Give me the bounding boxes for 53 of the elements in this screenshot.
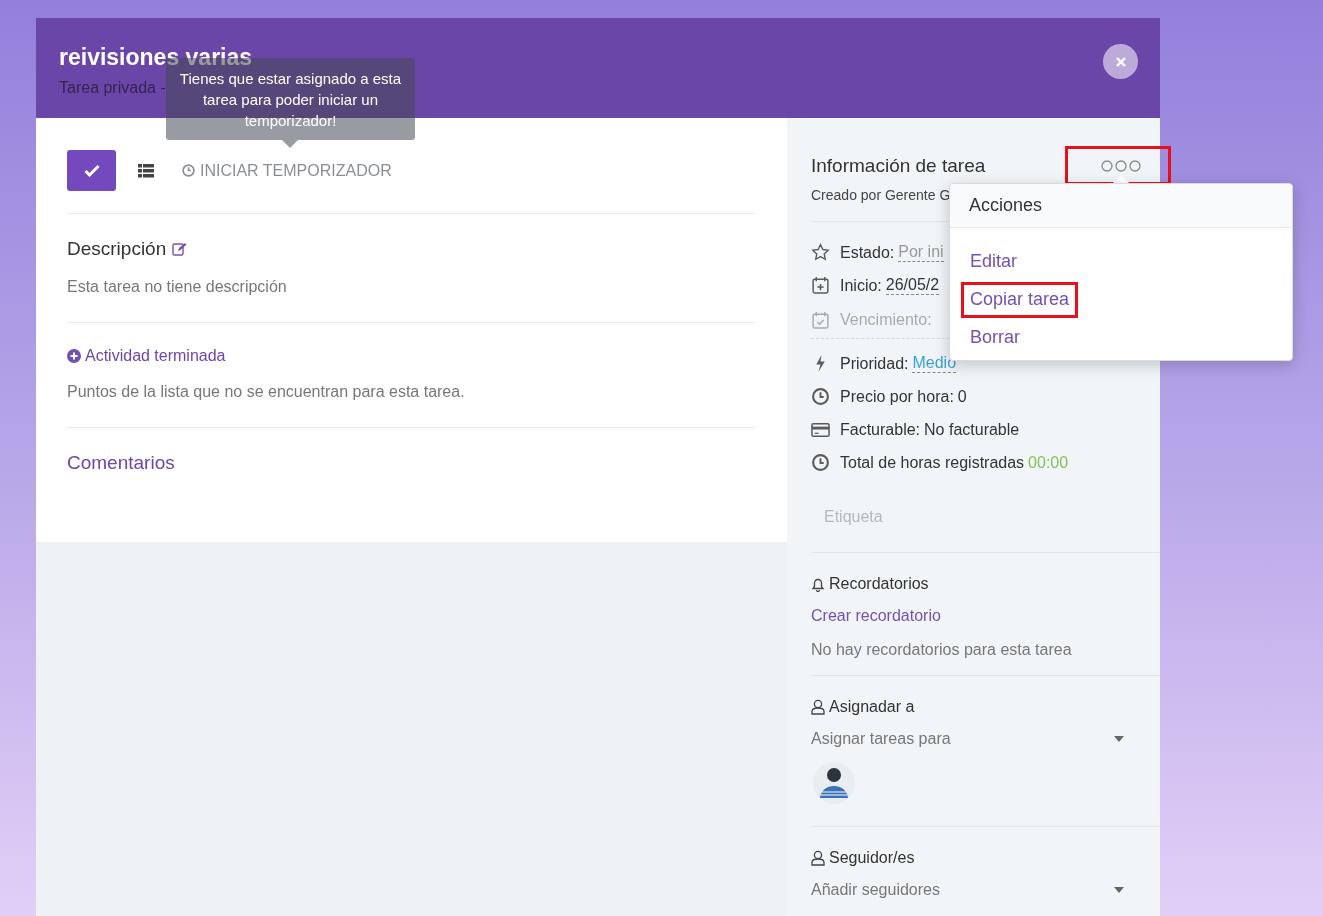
assignee-select[interactable]: Asignar tareas para: [811, 730, 1124, 748]
clock-icon: [811, 453, 830, 472]
clock-icon: [182, 164, 195, 177]
avatar[interactable]: [813, 762, 855, 804]
tag-input[interactable]: Etiqueta: [811, 499, 1151, 535]
field-label: Precio por hora:: [840, 387, 954, 406]
field-value: No facturable: [924, 420, 1020, 439]
tooltip-pointer: [282, 140, 298, 148]
comments-link[interactable]: Comentarios: [67, 452, 756, 474]
field-label: Vencimiento:: [840, 311, 932, 329]
clock-icon: [811, 387, 830, 406]
menu-title: Acciones: [950, 184, 1292, 228]
close-icon: [1114, 55, 1127, 68]
description-text: Esta tarea no tiene descripción: [67, 278, 288, 296]
star-icon: [811, 243, 830, 262]
field-value: 0: [957, 387, 967, 406]
plus-circle-icon: [67, 349, 81, 363]
field-label: Prioridad:: [840, 354, 909, 373]
credit-card-icon: [811, 420, 830, 439]
field-label: Estado:: [840, 243, 895, 262]
field-value: 00:00: [1028, 453, 1069, 472]
user-icon: [811, 699, 825, 715]
reminders-heading: Recordatorios: [829, 575, 929, 593]
calendar-check-icon: [811, 310, 830, 330]
no-reminders-text: No hay recordatorios para esta tarea: [811, 641, 1073, 659]
create-reminder-link[interactable]: Crear recordatorio: [811, 607, 941, 625]
caret-icon: [1114, 887, 1124, 893]
list-icon[interactable]: [138, 163, 154, 178]
followers-heading: Seguidor/es: [829, 849, 915, 867]
menu-item[interactable]: Editar: [961, 244, 1027, 280]
start-timer-button[interactable]: INICIAR TEMPORIZADOR: [182, 161, 392, 180]
description-heading: Descripción: [67, 238, 167, 260]
task-info-heading: Información de tarea: [811, 154, 986, 177]
assignees-heading: Asignadar a: [829, 698, 915, 716]
field-label: Total de horas registradas: [840, 453, 1025, 472]
follower-select[interactable]: Añadir seguidores: [811, 881, 1124, 899]
menu-item[interactable]: Copiar tarea: [961, 282, 1079, 318]
edit-icon[interactable]: [172, 242, 188, 256]
menu-item[interactable]: Borrar: [961, 320, 1029, 356]
field-label: Inicio:: [840, 276, 882, 295]
add-checklist-link[interactable]: Actividad terminada: [67, 347, 756, 365]
field-value[interactable]: 26/05/2: [885, 276, 940, 295]
user-icon: [811, 850, 825, 866]
caret-icon: [1114, 736, 1124, 742]
complete-button[interactable]: [67, 150, 116, 191]
checkmark-icon: [83, 164, 100, 177]
field-label: Facturable:: [840, 420, 921, 439]
close-button[interactable]: [1103, 44, 1138, 79]
task-privacy-label: Tarea privada -: [59, 79, 166, 97]
calendar-plus-icon: [811, 276, 830, 295]
dots-icon: [1100, 159, 1142, 172]
checklist-empty-text: Puntos de la lista que no se encuentran para esta tarea.: [67, 383, 466, 401]
bell-icon: [811, 576, 825, 592]
